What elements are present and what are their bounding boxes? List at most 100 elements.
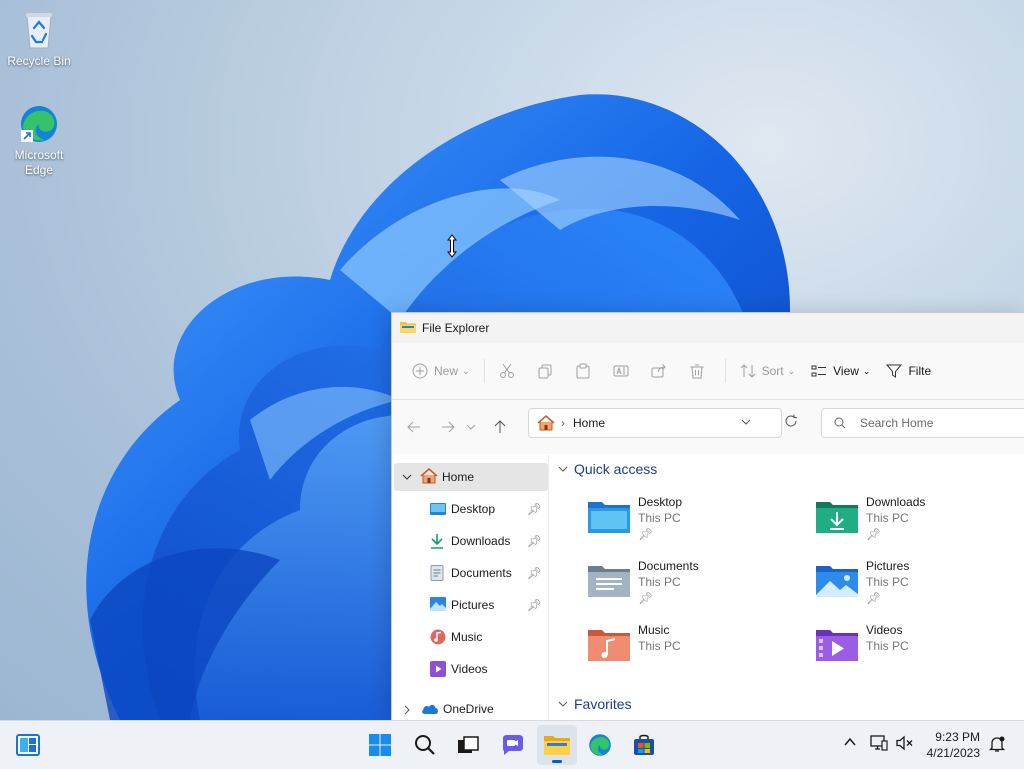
quick-access-item-music[interactable]: Music This PC bbox=[588, 623, 788, 679]
clock-time: 9:23 PM bbox=[935, 730, 980, 744]
copy-button[interactable] bbox=[529, 355, 567, 387]
nav-item-pictures[interactable]: Pictures 📌︎ bbox=[392, 591, 548, 619]
desktop-icon bbox=[430, 503, 446, 518]
quick-access-item-videos[interactable]: Videos This PC bbox=[816, 623, 1016, 679]
documents-folder-icon bbox=[588, 563, 630, 600]
filter-button[interactable]: Filte bbox=[878, 355, 931, 387]
quick-access-item-desktop[interactable]: Desktop This PC 📌︎ bbox=[588, 495, 788, 551]
pin-icon: 📌︎ bbox=[638, 591, 654, 605]
widgets-button[interactable] bbox=[8, 725, 48, 765]
pin-icon: 📌︎ bbox=[638, 527, 654, 541]
chevron-right-icon[interactable] bbox=[402, 704, 412, 718]
search-input[interactable]: Search Home bbox=[860, 416, 933, 430]
resize-cursor-icon bbox=[446, 234, 458, 261]
quick-access-item-downloads[interactable]: Downloads This PC 📌︎ bbox=[816, 495, 1016, 551]
store-taskbar-button[interactable] bbox=[624, 725, 664, 765]
search-box[interactable]: Search Home bbox=[821, 408, 1024, 438]
divider bbox=[724, 359, 726, 383]
address-bar[interactable]: › Home bbox=[528, 408, 782, 438]
nav-item-home[interactable]: Home bbox=[394, 463, 548, 491]
window-title: File Explorer bbox=[422, 321, 490, 335]
quick-access-item-documents[interactable]: Documents This PC 📌︎ bbox=[588, 559, 788, 615]
plus-circle-icon bbox=[412, 363, 428, 379]
taskbar: 9:23 PM 4/21/2023 bbox=[0, 720, 1024, 769]
share-button[interactable] bbox=[643, 355, 681, 387]
chat-button[interactable] bbox=[492, 725, 532, 765]
quick-access-item-pictures[interactable]: Pictures This PC 📌︎ bbox=[816, 559, 1016, 615]
music-folder-icon bbox=[588, 627, 630, 664]
nav-item-onedrive[interactable]: OneDrive bbox=[392, 695, 548, 721]
desktop-icon-label: Recycle Bin bbox=[7, 54, 71, 68]
chevron-down-icon[interactable] bbox=[402, 471, 412, 485]
recent-locations-button[interactable] bbox=[462, 413, 480, 441]
copy-icon bbox=[538, 364, 552, 379]
rename-button[interactable] bbox=[605, 355, 643, 387]
start-button[interactable] bbox=[360, 725, 400, 765]
widgets-icon bbox=[16, 734, 40, 756]
rename-icon bbox=[613, 365, 629, 377]
divider bbox=[483, 359, 485, 383]
pin-icon[interactable]: 📌︎ bbox=[527, 534, 542, 548]
new-button[interactable]: New ⌄ bbox=[404, 355, 478, 387]
recycle-bin-icon bbox=[19, 10, 59, 50]
cut-button[interactable] bbox=[491, 355, 529, 387]
clipboard-icon bbox=[576, 363, 590, 379]
desktop-folder-icon bbox=[588, 499, 630, 536]
pin-icon[interactable]: 📌︎ bbox=[527, 566, 542, 580]
nav-item-music[interactable]: Music bbox=[392, 623, 548, 651]
store-icon bbox=[634, 734, 654, 755]
network-button[interactable] bbox=[870, 735, 888, 754]
edge-taskbar-button[interactable] bbox=[580, 725, 620, 765]
sort-icon bbox=[740, 364, 755, 378]
file-explorer-taskbar-button[interactable] bbox=[537, 725, 577, 765]
downloads-folder-icon bbox=[816, 499, 858, 536]
address-dropdown-icon[interactable] bbox=[741, 416, 751, 430]
network-icon bbox=[870, 735, 888, 751]
desktop-icon-recycle-bin[interactable]: Recycle Bin bbox=[1, 10, 77, 69]
chevron-down-icon bbox=[558, 466, 568, 472]
document-icon bbox=[430, 565, 444, 584]
pin-icon[interactable]: 📌︎ bbox=[527, 598, 542, 612]
nav-item-documents[interactable]: Documents 📌︎ bbox=[392, 559, 548, 587]
sort-button[interactable]: Sort ⌄ bbox=[732, 355, 804, 387]
chevron-down-icon bbox=[558, 701, 568, 707]
paste-button[interactable] bbox=[567, 355, 605, 387]
delete-button[interactable] bbox=[681, 355, 719, 387]
share-icon bbox=[651, 364, 666, 378]
back-button[interactable] bbox=[400, 413, 428, 441]
refresh-icon bbox=[785, 414, 797, 427]
show-hidden-icons-button[interactable] bbox=[843, 735, 857, 752]
search-button[interactable] bbox=[405, 725, 445, 765]
home-icon bbox=[537, 415, 555, 431]
window-titlebar[interactable]: File Explorer bbox=[392, 313, 1024, 343]
desktop-icon-edge[interactable]: Microsoft Edge bbox=[1, 104, 77, 178]
nav-item-desktop[interactable]: Desktop 📌︎ bbox=[392, 495, 548, 523]
volume-button[interactable] bbox=[896, 735, 914, 754]
videos-folder-icon bbox=[816, 627, 858, 664]
video-icon bbox=[430, 661, 446, 680]
refresh-button[interactable] bbox=[784, 414, 798, 431]
address-location[interactable]: Home bbox=[573, 416, 605, 430]
pictures-folder-icon bbox=[816, 563, 858, 600]
view-button[interactable]: View ⌄ bbox=[803, 355, 878, 387]
filter-icon bbox=[886, 364, 903, 378]
pin-icon[interactable]: 📌︎ bbox=[527, 502, 542, 516]
file-explorer-window[interactable]: File Explorer New ⌄ Sort ⌄ View ⌄ Filte bbox=[391, 312, 1024, 721]
quick-access-header[interactable]: Quick access bbox=[558, 461, 657, 477]
scissors-icon bbox=[499, 363, 514, 378]
notifications-button[interactable] bbox=[988, 735, 1006, 756]
chevron-down-icon: ⌄ bbox=[862, 365, 871, 376]
notification-bell-icon bbox=[988, 736, 1006, 752]
forward-button[interactable] bbox=[434, 413, 462, 441]
taskbar-clock[interactable]: 9:23 PM 4/21/2023 bbox=[927, 729, 980, 761]
nav-item-downloads[interactable]: Downloads 📌︎ bbox=[392, 527, 548, 555]
up-button[interactable] bbox=[486, 413, 514, 441]
arrow-up-icon bbox=[494, 420, 506, 433]
chat-icon bbox=[503, 735, 523, 755]
search-icon bbox=[415, 735, 435, 755]
nav-item-videos[interactable]: Videos bbox=[392, 655, 548, 683]
main-pane: Quick access Desktop This PC 📌︎ Download… bbox=[550, 455, 1024, 721]
favorites-header[interactable]: Favorites bbox=[558, 696, 632, 712]
task-view-button[interactable] bbox=[448, 725, 488, 765]
folder-icon bbox=[400, 320, 416, 337]
